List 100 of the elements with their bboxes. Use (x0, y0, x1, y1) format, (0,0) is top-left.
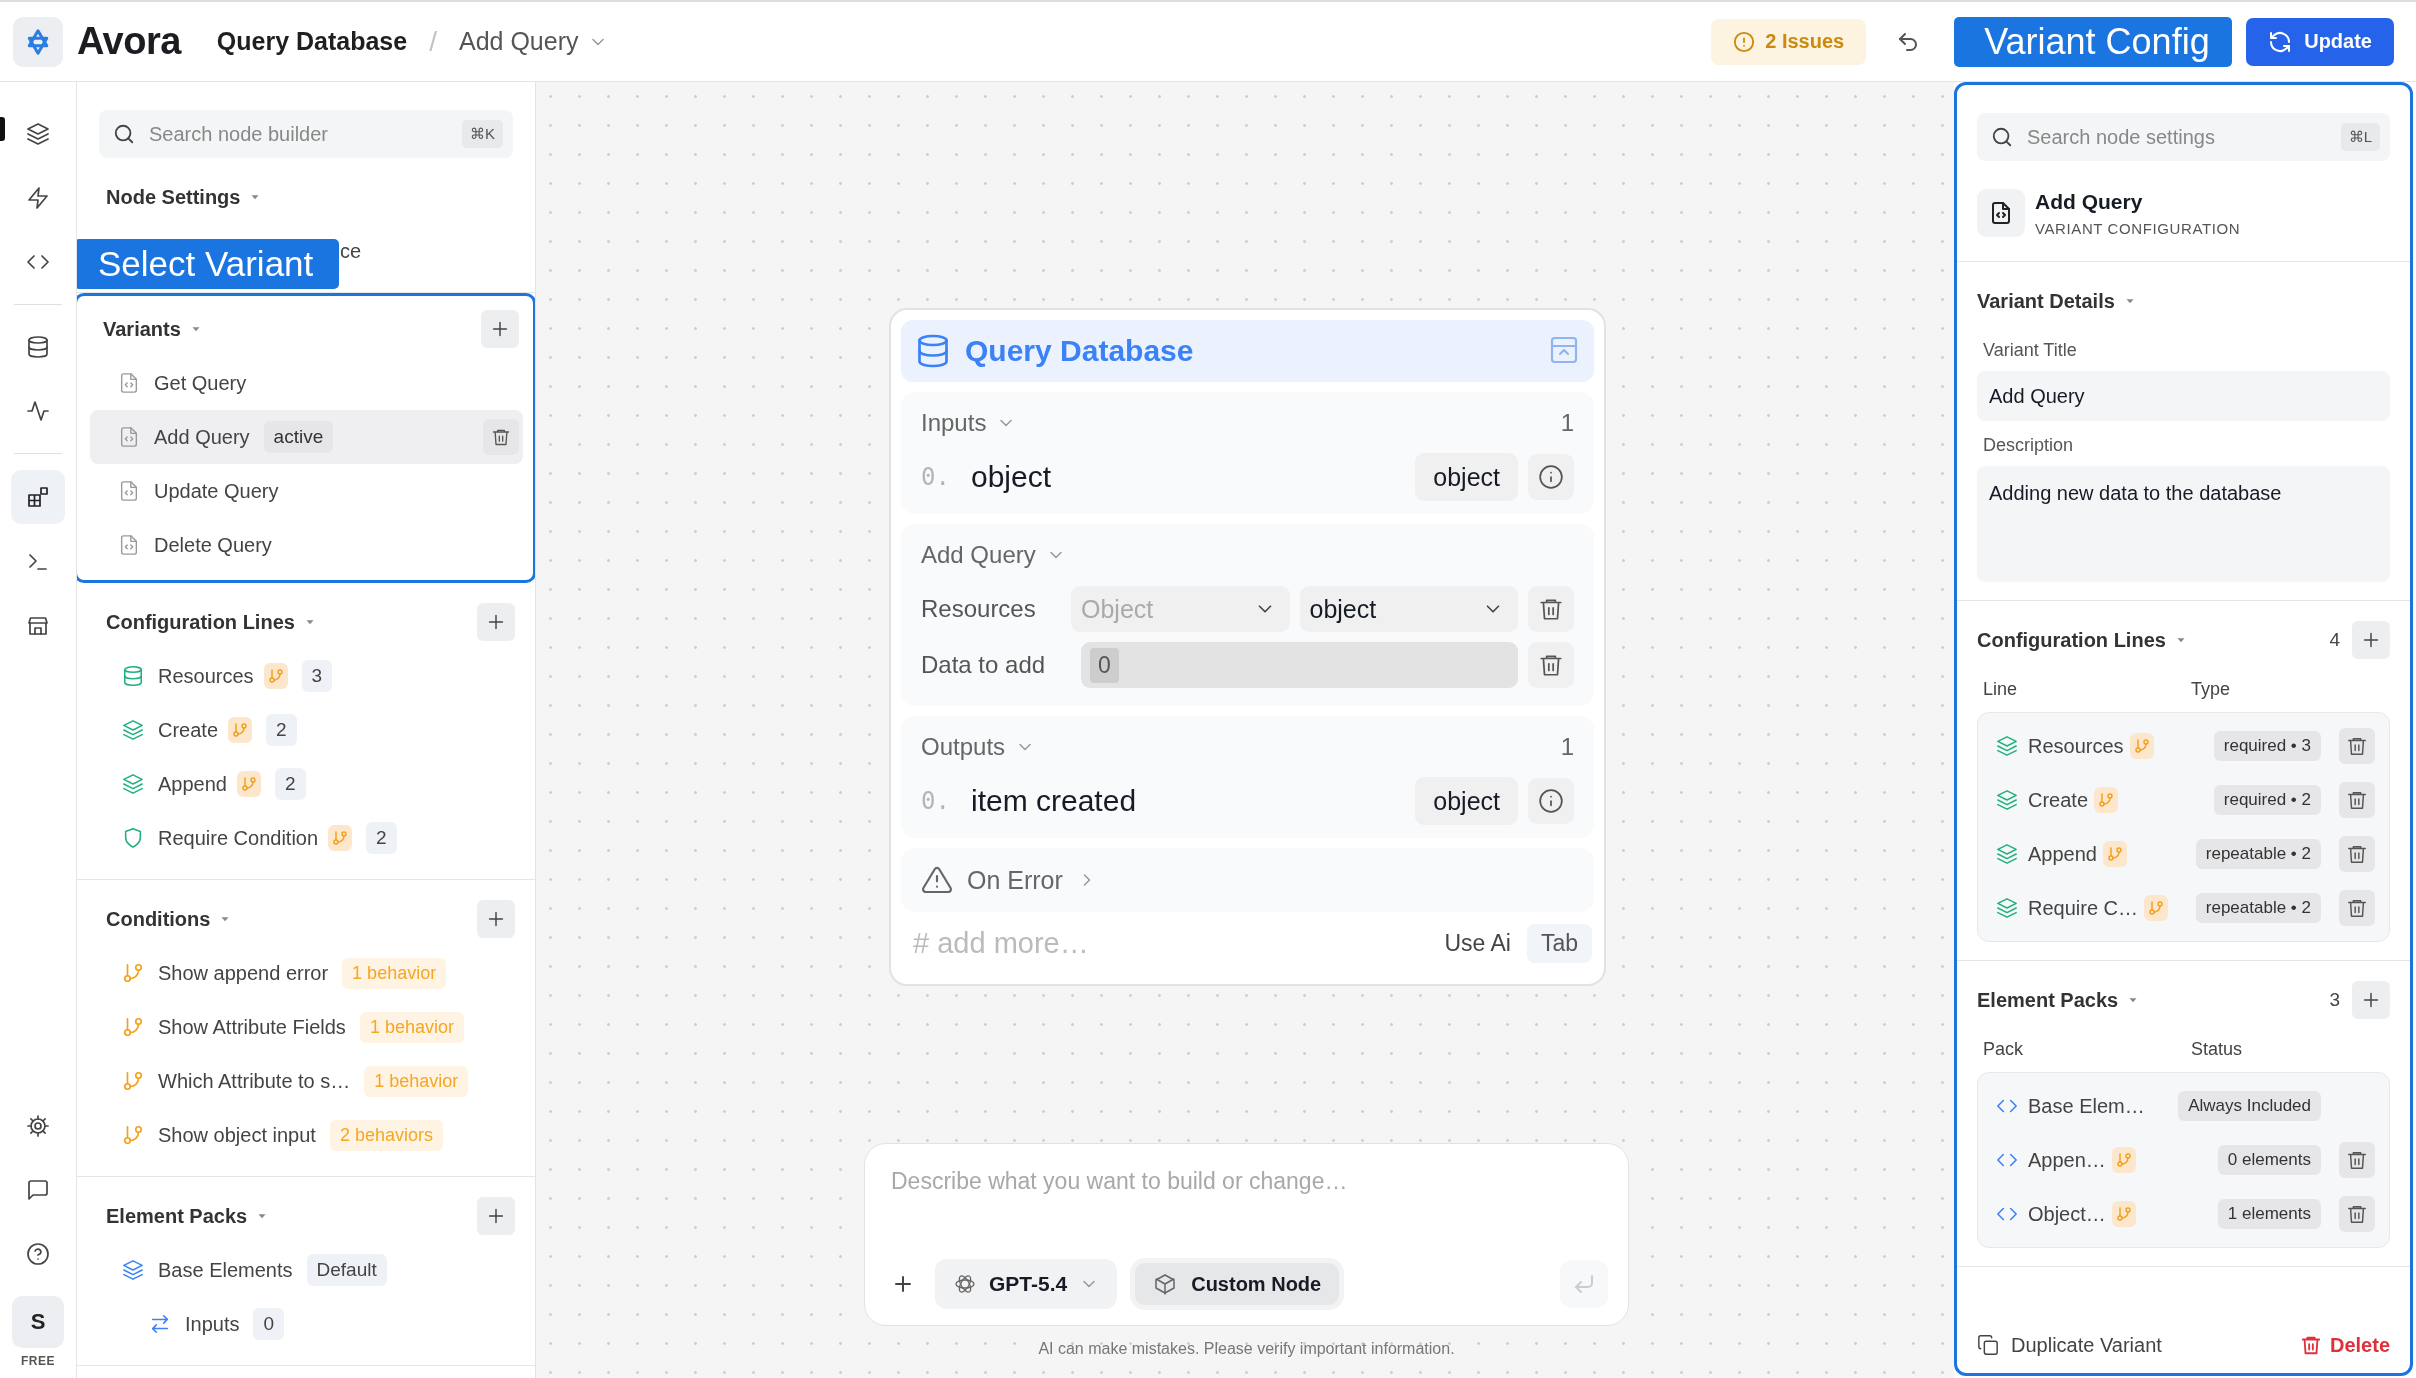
search-field[interactable]: Search node builder ⌘K (99, 110, 513, 158)
count-label: 1 (1560, 733, 1574, 761)
search-field[interactable]: Search node settings ⌘L (1977, 113, 2390, 161)
add-button[interactable] (2352, 981, 2390, 1019)
count-badge: 0 (253, 1308, 285, 1340)
behavior-badge: 1 behavior (364, 1065, 469, 1097)
add-button[interactable] (481, 310, 519, 348)
enter-icon (1572, 1272, 1596, 1296)
element-pack-item[interactable]: Base Elements Default (77, 1243, 535, 1297)
prompt-field[interactable]: Describe what you want to build or change… GPT-5.4 Custom Node (864, 1143, 1629, 1326)
blocks-icon (26, 485, 50, 509)
type-badge: object (1415, 777, 1518, 825)
section-toggle[interactable]: Inputs (921, 409, 1017, 437)
delete-button[interactable]: Delete (2299, 1333, 2390, 1357)
copy-icon (1977, 1334, 1999, 1356)
config-line-item[interactable]: Append 2 (77, 757, 535, 811)
add-more-field[interactable]: # add more… (911, 925, 1429, 961)
section-header[interactable]: Variants (103, 317, 203, 341)
trash-icon (491, 427, 511, 447)
update-button[interactable]: Update (2246, 17, 2394, 66)
default-badge: Default (306, 1254, 387, 1286)
variant-item[interactable]: Update Query (90, 464, 523, 518)
layers-icon (1996, 789, 2018, 811)
behavior-badge: 2 behaviors (329, 1119, 443, 1151)
section-header[interactable]: Conditions (106, 907, 233, 931)
chat-icon (26, 1178, 50, 1202)
section-header[interactable]: Configuration Lines (1977, 628, 2188, 652)
type-badge: required • 3 (2213, 731, 2321, 761)
delete-button[interactable] (2339, 782, 2375, 818)
condition-item[interactable]: Show Attribute Fields 1 behavior (77, 1000, 535, 1054)
nav-button[interactable] (11, 470, 65, 524)
list-item-label: Appen… (2028, 1148, 2106, 1172)
config-line-item[interactable]: Require Condition 2 (77, 811, 535, 865)
avatar[interactable]: S (12, 1296, 64, 1348)
delete-button[interactable] (2339, 728, 2375, 764)
column-header: Line (1983, 679, 2019, 700)
swap-icon (149, 1313, 171, 1335)
list-item-label: Require C… (2028, 896, 2139, 920)
delete-button[interactable] (1528, 586, 1574, 632)
breadcrumb-separator: / (429, 25, 437, 58)
select-field[interactable]: object (1299, 586, 1518, 632)
behavior-badge: 1 behavior (359, 1011, 464, 1043)
delete-button[interactable] (2339, 890, 2375, 926)
branch-icon (122, 1124, 144, 1146)
trash-icon (2346, 1149, 2368, 1171)
file-code-icon (118, 534, 140, 556)
add-button[interactable] (477, 900, 515, 938)
info-button[interactable] (1528, 454, 1574, 500)
section-header[interactable]: Element Packs (1977, 988, 2141, 1012)
layers-icon (1996, 897, 2018, 919)
swirl-icon (953, 1272, 977, 1296)
delete-button[interactable] (2339, 836, 2375, 872)
model-dropdown[interactable]: GPT-5.4 (935, 1259, 1118, 1309)
breadcrumb-dropdown[interactable]: Add Query (458, 27, 609, 56)
layers-icon (26, 122, 50, 146)
add-button[interactable] (2352, 621, 2390, 659)
section-toggle[interactable]: Add Query (921, 541, 1066, 569)
on-error-toggle[interactable]: On Error (901, 848, 1594, 912)
add-button[interactable] (477, 603, 515, 641)
element-pack-item[interactable]: Inputs 0 (77, 1297, 535, 1351)
count-badge: 3 (301, 660, 333, 692)
delete-button[interactable] (2339, 1196, 2375, 1232)
section-header[interactable]: Configuration Lines (106, 610, 317, 634)
warning-icon (921, 864, 953, 896)
config-line-item[interactable]: Create 2 (77, 703, 535, 757)
variant-item[interactable]: Get Query (90, 356, 523, 410)
chip-field[interactable]: 0 (1081, 642, 1518, 688)
info-button[interactable] (1528, 778, 1574, 824)
behavior-badge: 1 behavior (342, 957, 447, 989)
add-button[interactable] (477, 1197, 515, 1235)
trash-icon (1538, 652, 1564, 678)
config-line-item[interactable]: Resources 3 (77, 649, 535, 703)
delete-button[interactable] (1528, 642, 1574, 688)
search-icon (1991, 126, 2013, 148)
type-badge: 0 elements (2217, 1145, 2321, 1175)
text-area[interactable]: Adding new data to the database (1977, 466, 2390, 582)
delete-button[interactable] (483, 419, 519, 455)
shortcut-hint: ⌘K (462, 120, 503, 148)
list-item-label: Append (2028, 842, 2097, 866)
search-input[interactable]: Search node settings (2025, 124, 2329, 150)
index-label: 0. (921, 787, 951, 815)
condition-item[interactable]: Which Attribute to s… 1 behavior (77, 1054, 535, 1108)
section-header[interactable]: Element Packs (106, 1204, 270, 1228)
section-toggle[interactable]: Outputs (921, 733, 1036, 761)
menu-item-text: ce (340, 239, 362, 263)
text-field[interactable]: Add Query (1977, 371, 2390, 421)
condition-item[interactable]: Show object input 2 behaviors (77, 1108, 535, 1162)
pulse-icon (26, 399, 50, 423)
duplicate-button[interactable]: Duplicate Variant (1977, 1333, 2162, 1357)
variant-item[interactable]: Delete Query (90, 518, 523, 572)
key-hint: Tab (1526, 923, 1592, 963)
section-header[interactable]: Node Settings (106, 185, 263, 209)
trash-icon (2346, 735, 2368, 757)
section-header[interactable]: Variant Details (1977, 289, 2137, 313)
variant-item[interactable]: Add Query active (90, 410, 523, 464)
breadcrumb-link[interactable]: Query Database (216, 27, 408, 56)
delete-button[interactable] (2339, 1142, 2375, 1178)
search-input[interactable]: Search node builder (147, 121, 450, 147)
type-badge: 1 elements (2217, 1199, 2321, 1229)
condition-item[interactable]: Show append error 1 behavior (77, 946, 535, 1000)
